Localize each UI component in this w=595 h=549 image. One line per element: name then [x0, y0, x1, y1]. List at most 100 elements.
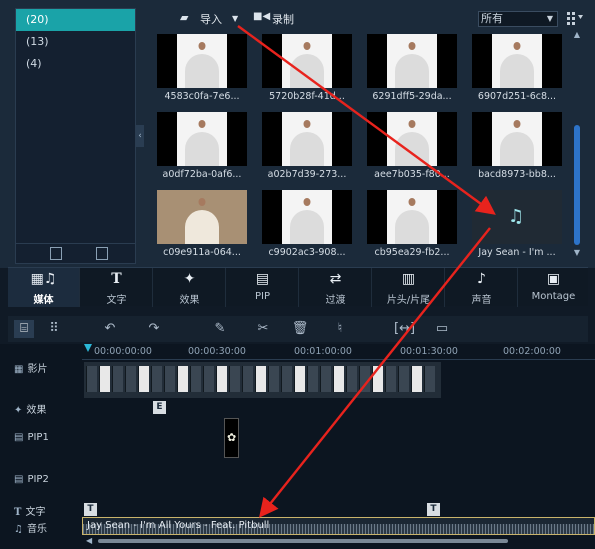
media-filename: 6907d251-6c8...	[477, 91, 557, 102]
track-video: ▦ 影片	[14, 360, 47, 375]
scrollbar-thumb[interactable]	[574, 125, 580, 245]
media-tile[interactable]: 6907d251-6c8...	[472, 34, 562, 102]
tab-montage[interactable]: ▣ Montage	[519, 268, 588, 307]
media-thumbnail	[472, 112, 562, 166]
fit-timeline-icon[interactable]: [↔]	[394, 320, 415, 338]
storyboard-view-icon[interactable]: ⠿	[44, 320, 64, 338]
tab-label: PIP	[254, 291, 270, 302]
track-headers: ▦ 影片 ✦ 效果 ▤ PIP1 ▤ PIP2 T 文字 ♫ 音乐	[0, 344, 82, 549]
folder-list: (20) (13) (4)	[15, 8, 136, 264]
video-frame	[203, 366, 214, 392]
media-tile[interactable]: c9902ac3-908...	[262, 190, 352, 258]
video-frame	[255, 366, 266, 392]
tab-label: 文字	[106, 295, 127, 306]
camera-icon: ■◀	[253, 11, 271, 22]
view-options-icon[interactable]	[566, 10, 584, 26]
chevron-down-icon[interactable]: ▼	[232, 14, 238, 23]
folder-item[interactable]: (20)	[16, 9, 135, 31]
effects-icon: ✦	[14, 405, 23, 416]
library-scrollbar[interactable]: ▲ ▼	[572, 30, 582, 260]
media-tile[interactable]: 4583c0fa-7e6...	[157, 34, 247, 102]
audio-icon: ♪	[477, 271, 486, 287]
media-filename: a0df72ba-0af6...	[162, 169, 242, 180]
scroll-left-icon[interactable]: ◀	[86, 536, 92, 545]
montage-icon: ▣	[546, 271, 561, 287]
video-frame	[359, 366, 370, 392]
folder-item[interactable]: (13)	[16, 31, 135, 53]
media-icon: ▦♫	[30, 271, 57, 287]
delete-icon[interactable]: 🗑	[290, 320, 310, 338]
track-label: PIP2	[27, 474, 49, 485]
media-thumbnail	[262, 190, 352, 244]
track-label: 文字	[25, 507, 46, 518]
media-filename: 5720b28f-41d...	[269, 91, 345, 102]
media-thumbnail	[367, 112, 457, 166]
media-filename: c09e911a-064...	[163, 247, 241, 258]
tab-text[interactable]: T 文字	[81, 268, 153, 307]
media-tile-audio[interactable]: ♫ Jay Sean - I'm ...	[472, 190, 562, 258]
timeline-view-icon[interactable]: ⌸	[14, 320, 34, 338]
cut-icon[interactable]: ✂	[253, 320, 273, 338]
media-filter-select[interactable]: 所有 ▼	[478, 11, 558, 27]
tab-effects[interactable]: ✦ 效果	[154, 268, 226, 307]
time-ruler[interactable]: 00:00:00:00 00:00:30:00 00:01:00:00 00:0…	[82, 344, 595, 360]
media-filename: c9902ac3-908...	[268, 247, 346, 258]
media-tile[interactable]: cb95ea29-fb2...	[367, 190, 457, 258]
media-tile[interactable]: aee7b035-f80...	[367, 112, 457, 180]
media-tile[interactable]: a02b7d39-273...	[262, 112, 352, 180]
title-marker[interactable]: T	[427, 503, 440, 516]
tab-intro-outro[interactable]: ▥ 片头/片尾	[373, 268, 445, 307]
undo-icon[interactable]: ↶	[100, 320, 120, 338]
video-frame	[333, 366, 344, 392]
delete-folder-icon[interactable]	[96, 247, 108, 260]
video-track-clips[interactable]	[84, 362, 441, 398]
video-frame	[385, 366, 396, 392]
media-grid: 4583c0fa-7e6... 5720b28f-41d... 6291dff5…	[152, 30, 567, 262]
media-thumbnail	[157, 112, 247, 166]
ruler-label: 00:01:30:00	[400, 346, 458, 357]
folder-open-icon: ▰	[180, 11, 189, 24]
scroll-down-icon[interactable]: ▼	[572, 248, 582, 257]
timeline-toolbar: ⌸ ⠿ ↶ ↷ ✎ ✂ 🗑 ♮ [↔] ▭	[8, 316, 588, 342]
ruler-label: 00:00:00:00	[94, 346, 152, 357]
tab-audio[interactable]: ♪ 声音	[446, 268, 518, 307]
zoom-icon[interactable]: ▭	[432, 320, 452, 338]
media-tile[interactable]: 6291dff5-29da...	[367, 34, 457, 102]
redo-icon[interactable]: ↷	[144, 320, 164, 338]
import-button[interactable]: 导入	[200, 11, 222, 27]
media-tile[interactable]: 5720b28f-41d...	[262, 34, 352, 102]
tab-transition[interactable]: ⇄ 过渡	[300, 268, 372, 307]
music-note-icon: ♫	[508, 206, 525, 227]
track-music: ♫ 音乐	[14, 520, 47, 535]
tab-pip[interactable]: ▤ PIP	[227, 268, 299, 307]
tab-label: 过渡	[325, 295, 346, 306]
tab-media[interactable]: ▦♫ 媒体	[8, 268, 80, 307]
effect-marker[interactable]: E	[153, 401, 166, 414]
pip1-clip[interactable]: ✿	[224, 418, 239, 458]
film-icon: ▦	[14, 364, 24, 375]
scroll-up-icon[interactable]: ▲	[572, 30, 582, 39]
timeline-scrollbar[interactable]: ◀	[82, 536, 595, 545]
microphone-icon[interactable]: ♮	[330, 320, 350, 338]
record-button[interactable]: 录制	[272, 11, 294, 27]
track-pip2: ▤ PIP2	[14, 474, 49, 485]
collapse-panel-button[interactable]: ‹	[136, 125, 144, 147]
media-tile[interactable]: bacd8973-bb8...	[472, 112, 562, 180]
video-frame	[294, 366, 305, 392]
media-tile[interactable]: c09e911a-064...	[157, 190, 247, 258]
add-folder-icon[interactable]	[50, 247, 62, 260]
media-tile[interactable]: a0df72ba-0af6...	[157, 112, 247, 180]
video-frame	[99, 366, 110, 392]
video-frame	[229, 366, 240, 392]
edit-icon[interactable]: ✎	[210, 320, 230, 338]
track-text: T 文字	[14, 503, 45, 518]
scrollbar-thumb[interactable]	[98, 539, 508, 543]
video-frame	[281, 366, 292, 392]
title-marker[interactable]: T	[84, 503, 97, 516]
video-frame	[86, 366, 97, 392]
audio-clip[interactable]: Jay Sean - I'm All Yours - Feat. Pitbull	[82, 517, 595, 535]
media-thumbnail	[472, 34, 562, 88]
folder-item[interactable]: (4)	[16, 53, 135, 75]
playhead[interactable]	[84, 344, 92, 352]
transition-icon: ⇄	[329, 271, 342, 287]
